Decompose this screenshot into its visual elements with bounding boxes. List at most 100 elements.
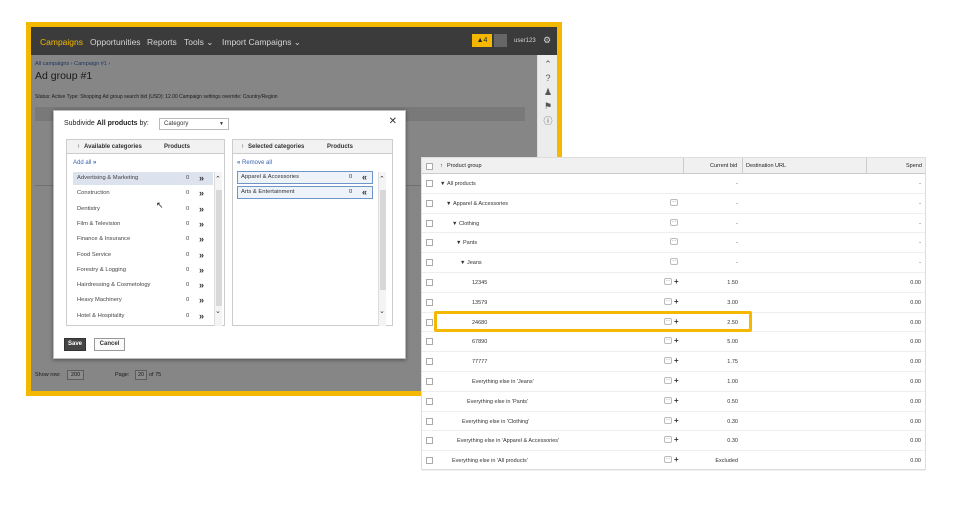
- scrollbar-thumb[interactable]: [380, 190, 386, 290]
- table-row[interactable]: 67890 ⋯ +5.00 0.00: [422, 332, 925, 353]
- chevron-up-icon[interactable]: ⌃: [543, 59, 553, 69]
- available-category-item[interactable]: Construction 0 »: [73, 187, 213, 200]
- nav-import-campaigns[interactable]: Import Campaigns ⌄: [222, 37, 301, 48]
- current-bid-header[interactable]: Current bid: [710, 163, 737, 169]
- row-checkbox[interactable]: [426, 199, 433, 207]
- available-category-item[interactable]: Finance & Insurance 0 »: [73, 233, 213, 246]
- spend-header[interactable]: Spend: [906, 163, 922, 169]
- row-checkbox[interactable]: [426, 358, 433, 366]
- available-category-item[interactable]: Film & Television 0 »: [73, 218, 213, 231]
- product-group-name[interactable]: Everything else in 'Pants': [467, 399, 528, 405]
- row-checkbox[interactable]: [426, 180, 433, 187]
- more-options-icon[interactable]: ⋯: [670, 258, 678, 266]
- selected-item[interactable]: Apparel & Accessories 0 «: [237, 171, 373, 184]
- table-row[interactable]: Everything else in 'All products' ⋯ + Exclu…: [422, 451, 925, 471]
- more-options-icon[interactable]: ⋯: [670, 218, 678, 226]
- row-checkbox[interactable]: [426, 279, 433, 286]
- table-row[interactable]: ▼ Jeans ⋯ - -: [422, 253, 925, 273]
- table-row[interactable]: ▼ All products - -: [422, 174, 925, 194]
- row-checkbox[interactable]: [426, 338, 433, 346]
- add-subdivision-icon[interactable]: +: [674, 277, 679, 286]
- expand-arrow-icon[interactable]: ▼: [452, 221, 457, 227]
- available-category-item[interactable]: Food Service 0 »: [73, 249, 213, 262]
- current-bid-value[interactable]: -: [684, 201, 738, 207]
- double-chevron-right-icon[interactable]: »: [199, 188, 204, 198]
- product-group-name[interactable]: 77777: [472, 359, 487, 365]
- alerts-button[interactable]: ▲4: [472, 34, 492, 47]
- product-group-name[interactable]: Pants: [463, 240, 477, 246]
- more-options-icon[interactable]: ⋯: [670, 198, 678, 206]
- nav-campaigns[interactable]: Campaigns: [40, 37, 83, 47]
- table-row[interactable]: ▼ Apparel & Accessories ⋯ - -: [422, 194, 925, 214]
- row-checkbox[interactable]: [426, 318, 433, 326]
- double-chevron-right-icon[interactable]: »: [199, 295, 204, 305]
- row-checkbox[interactable]: [426, 378, 433, 385]
- expand-arrow-icon[interactable]: ▼: [440, 181, 445, 187]
- table-row[interactable]: 12345 ⋯ +1.50 0.00: [422, 273, 925, 293]
- people-icon[interactable]: ♟: [543, 87, 553, 97]
- current-bid-value[interactable]: 1.50: [684, 280, 738, 286]
- expand-arrow-icon[interactable]: ▼: [446, 201, 451, 207]
- product-group-name[interactable]: Everything else in 'Jeans': [472, 379, 534, 385]
- expand-arrow-icon[interactable]: ▼: [460, 260, 465, 266]
- add-subdivision-icon[interactable]: +: [674, 455, 679, 464]
- double-chevron-right-icon[interactable]: »: [199, 173, 204, 183]
- scrollbar[interactable]: ⌃ ⌄: [214, 172, 222, 326]
- sort-up-icon[interactable]: ↑: [440, 163, 443, 169]
- user-account[interactable]: user123: [514, 38, 536, 44]
- current-bid-value[interactable]: 3.00: [684, 300, 738, 306]
- expand-arrow-icon[interactable]: ▼: [456, 240, 461, 246]
- chevron-up-icon[interactable]: ⌃: [379, 175, 385, 183]
- current-bid-value[interactable]: 1.75: [684, 359, 738, 365]
- notification-icon[interactable]: [494, 34, 507, 47]
- current-bid-value[interactable]: 0.30: [684, 438, 738, 444]
- nav-reports[interactable]: Reports: [147, 37, 177, 47]
- current-bid-value[interactable]: -: [684, 221, 738, 227]
- product-group-name[interactable]: 12345: [472, 280, 487, 286]
- row-checkbox[interactable]: [426, 397, 433, 405]
- table-row[interactable]: Everything else in 'Pants' ⋯ +0.50 0.00: [422, 392, 925, 412]
- table-row[interactable]: Everything else in 'Clothing' ⋯ +0.30 0.00: [422, 412, 925, 432]
- add-subdivision-icon[interactable]: +: [674, 376, 679, 385]
- current-bid-value[interactable]: -: [684, 260, 738, 266]
- more-options-icon[interactable]: ⋯: [664, 297, 672, 305]
- current-bid-value[interactable]: -: [684, 240, 738, 246]
- add-all-link[interactable]: Add all »: [73, 160, 96, 166]
- cancel-button[interactable]: Cancel: [94, 338, 125, 351]
- product-group-name[interactable]: Everything else in 'Apparel & Accessorie…: [457, 438, 559, 444]
- sort-up-icon[interactable]: ↑: [241, 144, 244, 150]
- remove-all-link[interactable]: « Remove all: [237, 160, 272, 166]
- row-checkbox[interactable]: [426, 437, 433, 445]
- row-checkbox[interactable]: [426, 457, 433, 465]
- more-options-icon[interactable]: ⋯: [670, 238, 678, 246]
- chevron-down-icon[interactable]: ⌄: [215, 307, 221, 315]
- double-chevron-left-icon[interactable]: «: [362, 172, 367, 182]
- add-subdivision-icon[interactable]: +: [674, 435, 679, 444]
- product-group-name[interactable]: Apparel & Accessories: [453, 201, 508, 207]
- row-checkbox[interactable]: [426, 259, 433, 267]
- close-icon[interactable]: ✕: [389, 116, 397, 127]
- double-chevron-left-icon[interactable]: «: [362, 187, 367, 197]
- scrollbar[interactable]: ⌃ ⌄: [378, 172, 386, 326]
- add-subdivision-icon[interactable]: +: [674, 416, 679, 425]
- nav-opportunities[interactable]: Opportunities: [90, 37, 141, 47]
- more-options-icon[interactable]: ⋯: [664, 377, 672, 384]
- info-icon[interactable]: ⓘ: [543, 116, 553, 126]
- help-icon[interactable]: ?: [543, 73, 553, 83]
- add-subdivision-icon[interactable]: +: [674, 297, 679, 306]
- subdivide-dropdown[interactable]: Category ▼: [159, 118, 229, 130]
- available-category-item[interactable]: Heavy Machinery 0 »: [73, 294, 213, 307]
- row-checkbox[interactable]: [426, 298, 433, 306]
- more-options-icon[interactable]: ⋯: [664, 416, 672, 424]
- current-bid-value[interactable]: 5.00: [684, 339, 738, 345]
- chevron-down-icon[interactable]: ⌄: [379, 307, 385, 315]
- nav-tools[interactable]: Tools ⌄: [184, 37, 213, 48]
- add-subdivision-icon[interactable]: +: [674, 396, 679, 405]
- double-chevron-right-icon[interactable]: »: [199, 219, 204, 229]
- select-all-checkbox[interactable]: [426, 163, 433, 170]
- available-category-item[interactable]: Hairdressing & Cosmetology 0 »: [73, 279, 213, 292]
- table-row[interactable]: 13579 ⋯ +3.00 0.00: [422, 293, 925, 313]
- double-chevron-right-icon[interactable]: »: [199, 311, 204, 321]
- current-bid-value[interactable]: 0.30: [684, 419, 738, 425]
- product-group-name[interactable]: Clothing: [459, 221, 479, 227]
